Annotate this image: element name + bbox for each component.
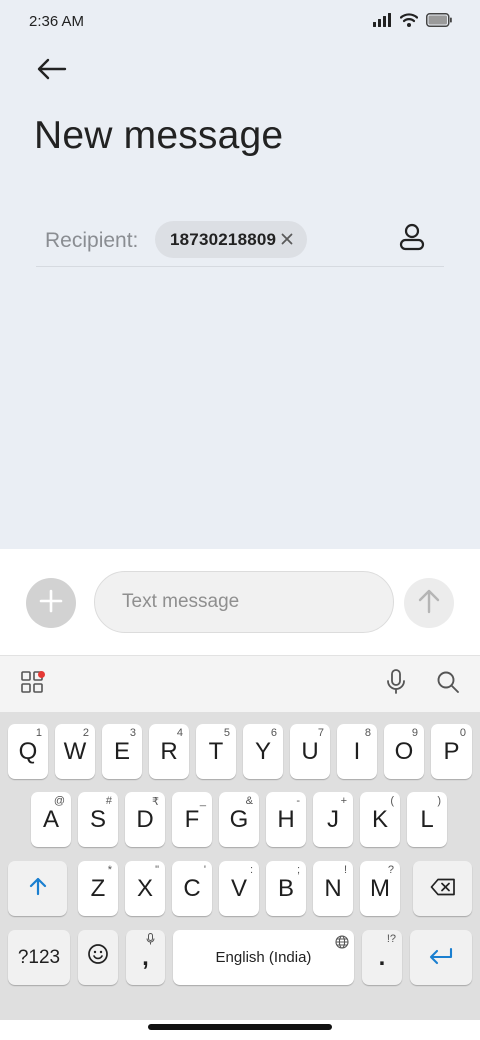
key-n[interactable]: ! N (313, 861, 353, 916)
key-a[interactable]: @ A (31, 792, 71, 847)
apps-grid-button[interactable] (18, 670, 46, 698)
search-icon (436, 670, 460, 699)
back-button[interactable] (34, 54, 70, 88)
key-y[interactable]: 6Y (243, 724, 283, 779)
key-b[interactable]: ; B (266, 861, 306, 916)
keyboard: 1Q 2W 3E 4R 5T 6Y 7U 8I 9O 0P @ A # S ₹ D _… (0, 712, 480, 1020)
arrow-left-icon (37, 58, 67, 85)
wifi-icon (399, 12, 419, 32)
space-key[interactable]: English (India) (173, 930, 354, 985)
key-l[interactable]: ) L (407, 792, 447, 847)
navigation-bar (0, 1020, 480, 1040)
signal-icon (373, 12, 392, 32)
key-f[interactable]: _ F (172, 792, 212, 847)
recipient-chip-text: 18730218809 (170, 229, 277, 249)
shift-arrow-icon (28, 875, 48, 903)
voice-input-button[interactable] (382, 668, 410, 700)
recipient-label: Recipient: (45, 229, 139, 252)
send-button[interactable] (404, 578, 454, 628)
add-attachment-button[interactable] (26, 578, 76, 628)
key-s[interactable]: # S (78, 792, 118, 847)
select-contact-button[interactable] (398, 223, 426, 256)
arrow-up-icon (417, 588, 441, 619)
plus-icon (39, 589, 63, 618)
enter-icon (428, 944, 454, 972)
key-v[interactable]: :V (219, 861, 259, 916)
symbols-key[interactable]: ?123 (8, 930, 70, 985)
notification-dot (38, 671, 45, 678)
key-k[interactable]: (K (360, 792, 400, 847)
key-h[interactable]: -H (266, 792, 306, 847)
comma-key[interactable]: , (126, 930, 165, 985)
key-t[interactable]: 5T (196, 724, 236, 779)
key-x[interactable]: " X (125, 861, 165, 916)
close-icon[interactable] (277, 229, 297, 249)
key-q[interactable]: 1Q (8, 724, 48, 779)
recipient-chip[interactable]: 18730218809 (155, 221, 307, 258)
emoji-key[interactable] (78, 930, 118, 985)
key-i[interactable]: 8I (337, 724, 377, 779)
key-m[interactable]: ? M (360, 861, 400, 916)
page-title: New message (34, 114, 284, 157)
recipient-field[interactable]: Recipient: 18730218809 (36, 216, 444, 267)
key-g[interactable]: & G (219, 792, 259, 847)
key-c[interactable]: ' C (172, 861, 212, 916)
enter-key[interactable] (410, 930, 472, 985)
key-z[interactable]: * Z (78, 861, 118, 916)
key-w[interactable]: 2W (55, 724, 95, 779)
home-indicator[interactable] (148, 1024, 332, 1030)
conversation-area: 2:36 AM New message Recipient: 187302188… (0, 0, 480, 549)
key-o[interactable]: 9O (384, 724, 424, 779)
message-input[interactable] (94, 571, 394, 633)
status-icons (373, 12, 452, 32)
status-time: 2:36 AM (29, 13, 85, 30)
globe-icon (335, 935, 349, 952)
emoji-icon (87, 943, 109, 972)
battery-icon (426, 12, 452, 32)
key-d[interactable]: ₹ D (125, 792, 165, 847)
key-r[interactable]: 4R (149, 724, 189, 779)
keyboard-search-button[interactable] (434, 670, 462, 698)
shift-key[interactable] (8, 861, 67, 916)
backspace-icon (430, 875, 456, 903)
period-key[interactable]: !?. (362, 930, 402, 985)
backspace-key[interactable] (413, 861, 472, 916)
person-icon (399, 223, 425, 256)
keyboard-toolbar (0, 655, 480, 712)
status-bar: 2:36 AM (0, 0, 480, 44)
key-u[interactable]: 7U (290, 724, 330, 779)
compose-bar (0, 549, 480, 655)
microphone-icon (386, 668, 406, 700)
key-e[interactable]: 3E (102, 724, 142, 779)
key-p[interactable]: 0P (431, 724, 472, 779)
key-j[interactable]: + J (313, 792, 353, 847)
